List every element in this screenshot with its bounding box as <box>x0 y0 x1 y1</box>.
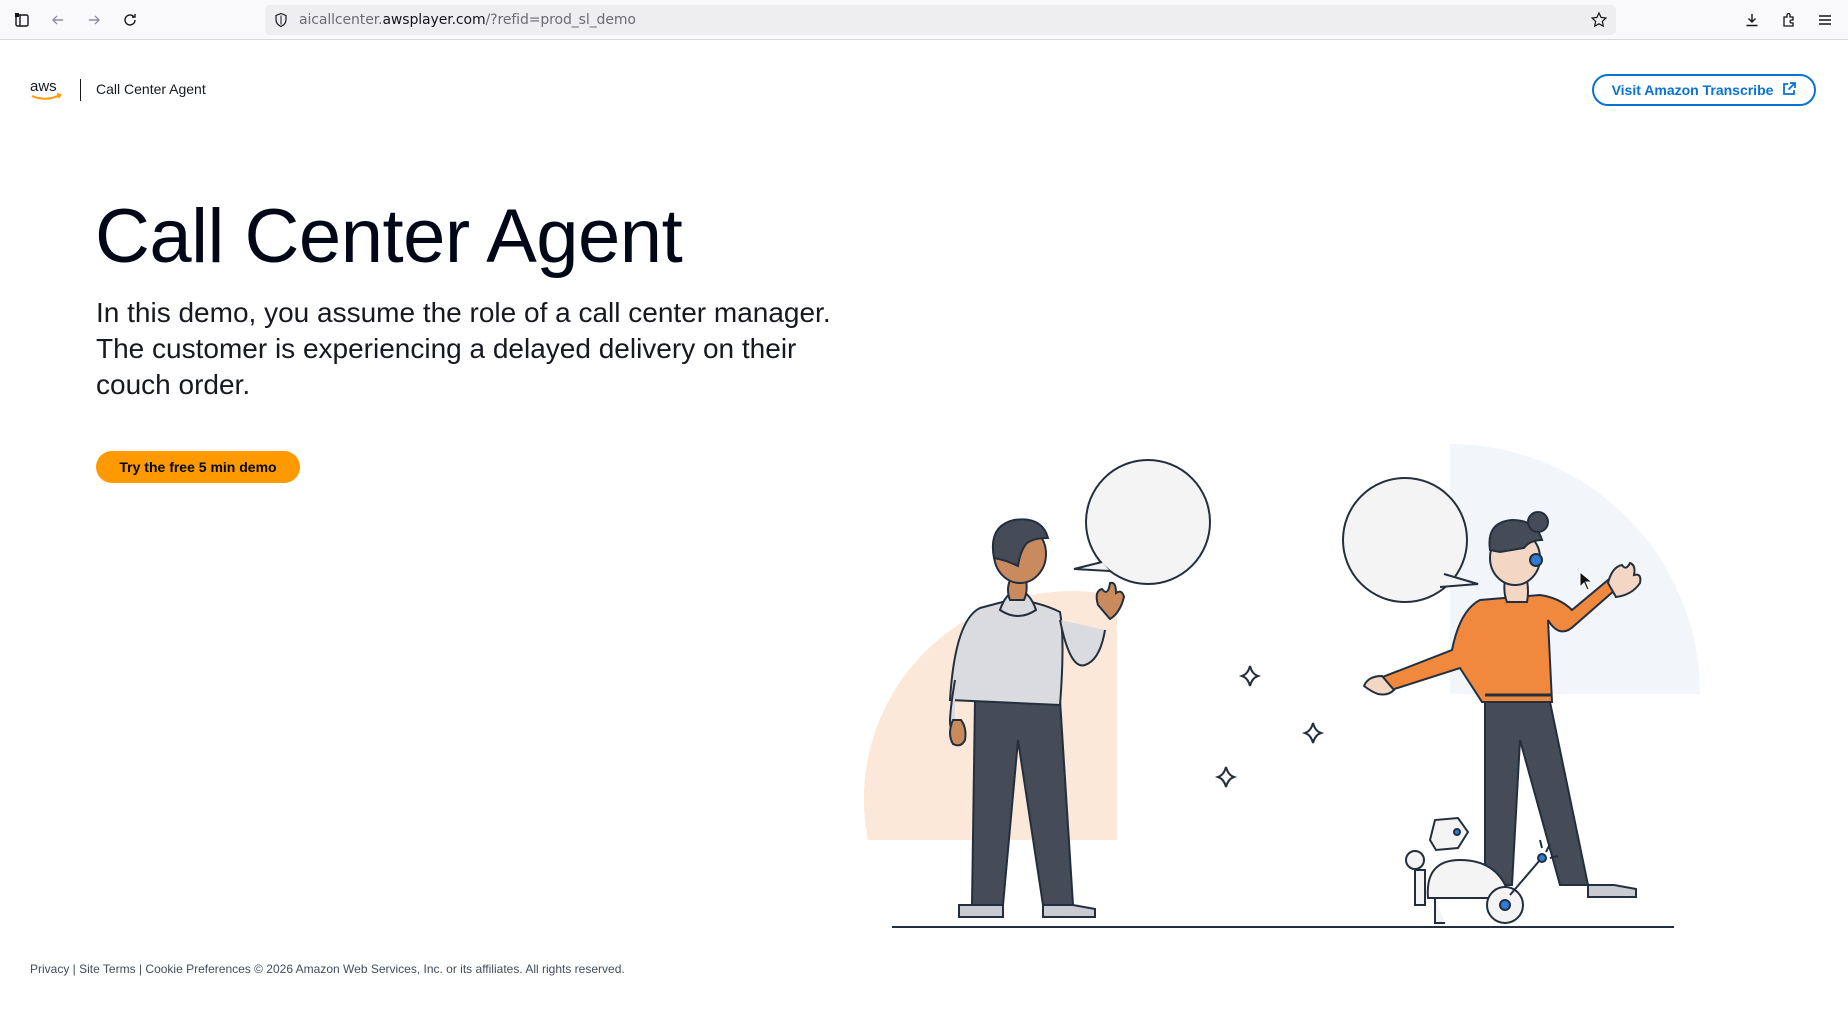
copyright-text: © 2026 Amazon Web Services, Inc. or its … <box>250 962 625 976</box>
menu-icon[interactable] <box>1813 8 1837 32</box>
header-title: Call Center Agent <box>96 81 206 97</box>
address-bar[interactable]: aicallcenter.awsplayer.com/?refid=prod_s… <box>265 5 1616 35</box>
footer-separator: | <box>69 962 80 976</box>
try-demo-button[interactable]: Try the free 5 min demo <box>96 451 300 483</box>
external-link-icon <box>1782 81 1797 99</box>
robot-dog <box>1405 816 1559 924</box>
aws-logo[interactable]: aws <box>30 77 64 103</box>
footer: Privacy | Site Terms | Cookie Preference… <box>30 962 625 976</box>
forward-arrow-icon[interactable] <box>82 8 106 32</box>
sparkles <box>1214 665 1325 788</box>
mouse-cursor-icon <box>1579 570 1594 595</box>
svg-text:aws: aws <box>30 78 57 95</box>
hero-description: In this demo, you assume the role of a c… <box>96 297 831 400</box>
browser-toolbar: aicallcenter.awsplayer.com/?refid=prod_s… <box>0 0 1848 40</box>
visit-button-label: Visit Amazon Transcribe <box>1611 82 1774 98</box>
privacy-link[interactable]: Privacy <box>30 962 69 976</box>
cookie-preferences-link[interactable]: Cookie Preferences <box>145 962 250 976</box>
page-title: Call Center Agent <box>95 194 683 279</box>
hero-illustration <box>860 440 1710 940</box>
reload-icon[interactable] <box>118 8 142 32</box>
sidebar-toggle-icon[interactable] <box>10 8 34 32</box>
logo-divider <box>80 79 81 101</box>
speech-bubble-left <box>1073 459 1211 585</box>
site-header: aws Call Center Agent Visit Amazon Trans… <box>0 40 1848 140</box>
url-text: aicallcenter.awsplayer.com/?refid=prod_s… <box>299 12 636 28</box>
back-arrow-icon[interactable] <box>46 8 70 32</box>
bookmark-star-icon[interactable] <box>1590 11 1608 33</box>
footer-separator: | <box>135 962 146 976</box>
extensions-icon[interactable] <box>1777 8 1801 32</box>
site-info-icon[interactable] <box>273 12 289 32</box>
visit-amazon-transcribe-button[interactable]: Visit Amazon Transcribe <box>1592 74 1816 106</box>
site-terms-link[interactable]: Site Terms <box>79 962 135 976</box>
downloads-icon[interactable] <box>1740 8 1764 32</box>
